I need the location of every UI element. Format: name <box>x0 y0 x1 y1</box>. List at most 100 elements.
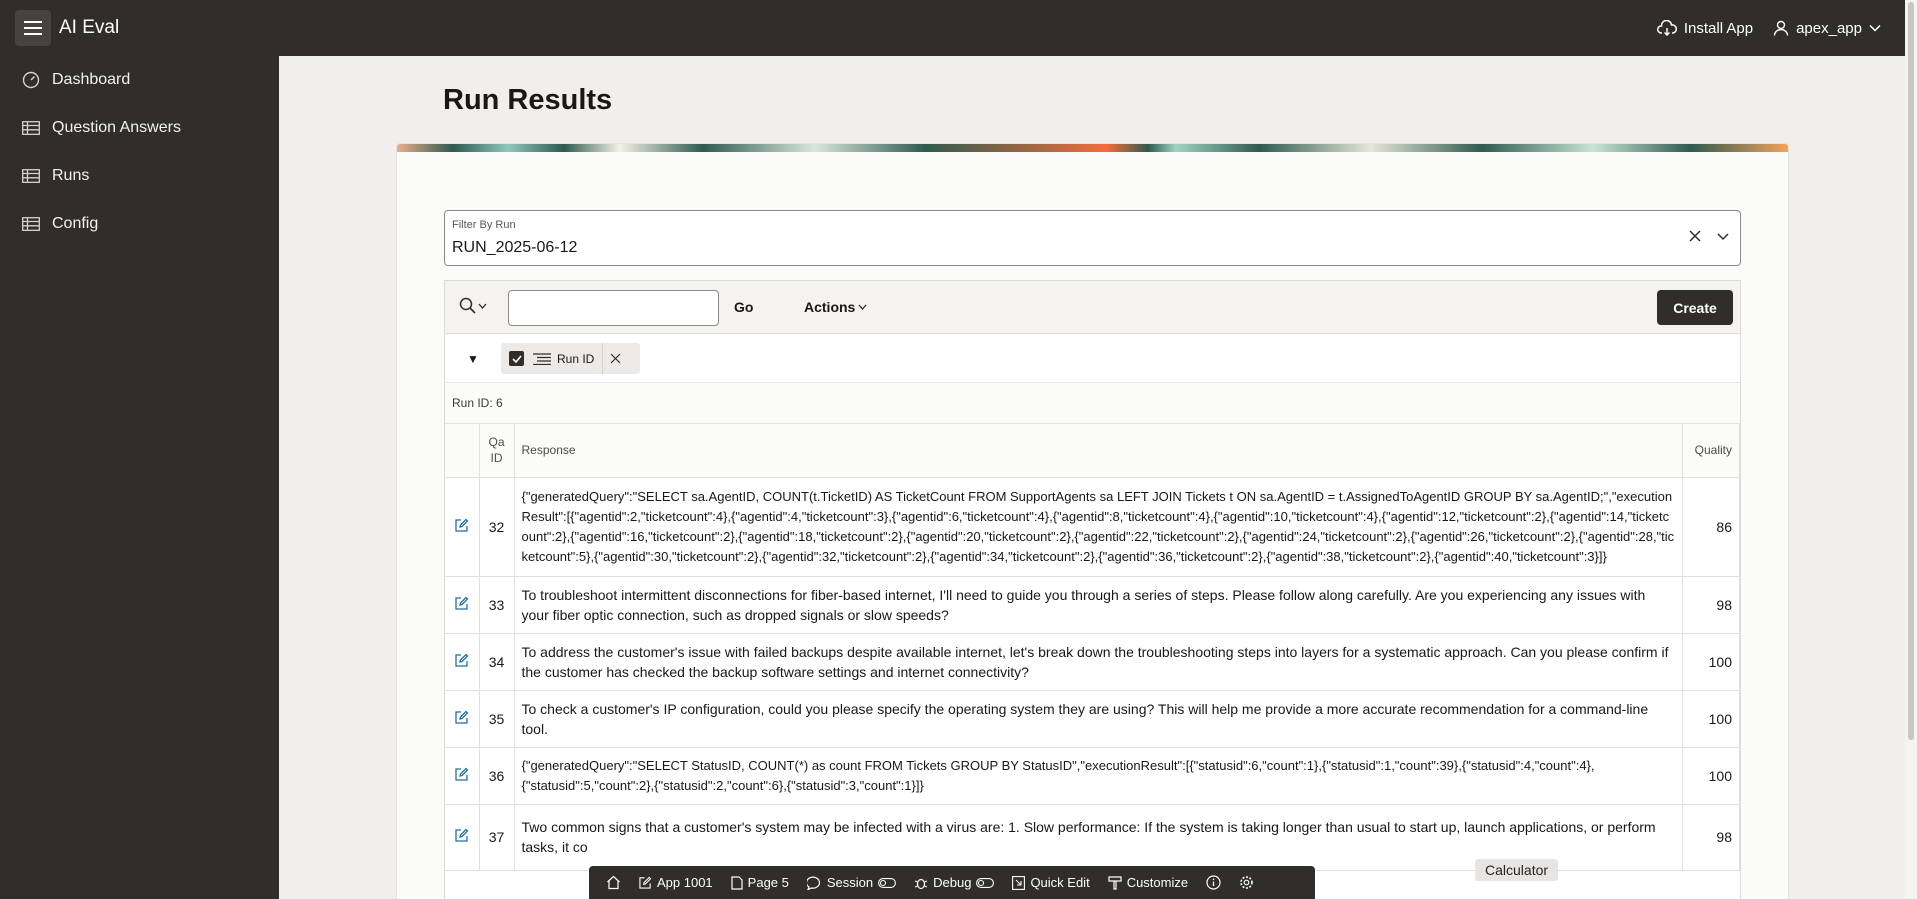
edit-icon[interactable] <box>455 653 469 667</box>
home-button[interactable] <box>597 875 630 890</box>
sidebar-item-label: Question Answers <box>52 119 181 136</box>
page-scrollbar[interactable] <box>1905 0 1917 899</box>
side-navigation: Dashboard Question Answers Runs Config <box>0 56 279 899</box>
page-title: Run Results <box>443 84 613 116</box>
chevron-down-icon[interactable] <box>1716 229 1730 243</box>
devbar-session-button[interactable]: Session <box>798 875 905 890</box>
control-break-label[interactable]: Run ID <box>557 352 594 366</box>
qa-id-cell: 34 <box>479 633 515 691</box>
results-table: Qa ID Response Quality 32 {"generatedQuer… <box>445 424 1740 871</box>
user-menu-button[interactable]: apex_app <box>1773 20 1881 37</box>
control-break-checkbox[interactable] <box>509 351 524 366</box>
quality-cell: 98 <box>1682 804 1740 871</box>
devbar-page-button[interactable]: Page 5 <box>722 875 798 890</box>
go-button[interactable]: Go <box>734 299 753 315</box>
filter-by-run-select[interactable]: Filter By Run RUN_2025-06-12 <box>444 210 1741 266</box>
qa-id-cell: 35 <box>479 690 515 748</box>
qa-id-header-line1: Qa <box>488 435 505 450</box>
sidebar-item-runs[interactable]: Runs <box>0 152 279 200</box>
decorative-banner <box>397 144 1788 152</box>
devbar-debug-button[interactable]: Debug <box>905 875 1003 890</box>
main-content: Run Results Filter By Run RUN_2025-06-12… <box>279 56 1905 899</box>
quality-cell: 100 <box>1682 690 1740 748</box>
table-row: 33 To troubleshoot intermittent disconne… <box>445 576 1740 634</box>
actions-menu-button[interactable]: Actions <box>804 299 867 315</box>
table-row: 34 To address the customer's issue with … <box>445 633 1740 691</box>
edit-cell <box>445 633 480 691</box>
edit-cell <box>445 690 480 748</box>
devbar-quick-edit-label: Quick Edit <box>1030 875 1090 890</box>
qa-id-cell: 37 <box>479 804 515 871</box>
collapse-toggle-icon[interactable]: ▼ <box>467 352 479 366</box>
edit-icon <box>639 876 652 889</box>
report-toolbar: Go Actions Create <box>445 281 1740 334</box>
devbar-customize-button[interactable]: Customize <box>1099 875 1197 890</box>
devbar-quick-edit-button[interactable]: Quick Edit <box>1003 875 1098 890</box>
developer-toolbar: App 1001 Page 5 Session Debug Quick Edit… <box>589 866 1315 899</box>
clear-icon[interactable] <box>1688 229 1702 243</box>
edit-icon[interactable] <box>455 828 469 842</box>
control-break-icon <box>533 352 551 365</box>
search-input[interactable] <box>508 290 719 326</box>
table-icon <box>22 121 40 135</box>
info-icon <box>1206 875 1221 890</box>
qa-id-cell: 32 <box>479 477 515 577</box>
qa-id-cell: 36 <box>479 747 515 805</box>
top-header: AI Eval Install App apex_app <box>0 0 1905 56</box>
qa-id-cell: 33 <box>479 576 515 634</box>
sidebar-item-label: Dashboard <box>52 71 131 88</box>
quality-column-header[interactable]: Quality <box>1682 424 1740 478</box>
table-header-row: Qa ID Response Quality <box>445 424 1740 478</box>
report-settings-row: ▼ Run ID <box>445 334 1740 383</box>
hamburger-icon <box>24 21 42 35</box>
table-row: 36 {"generatedQuery":"SELECT StatusID, C… <box>445 747 1740 805</box>
table-icon <box>22 217 40 231</box>
edit-icon[interactable] <box>455 596 469 610</box>
chat-icon <box>806 876 820 890</box>
interactive-report: Go Actions Create ▼ Run ID Run ID: 6 Qa … <box>444 280 1741 899</box>
edit-cell <box>445 477 480 577</box>
qa-id-header-line2: ID <box>490 451 503 466</box>
response-cell: {"generatedQuery":"SELECT sa.AgentID, CO… <box>514 477 1683 577</box>
chip-divider <box>602 343 604 374</box>
quick-edit-icon <box>1012 875 1026 890</box>
menu-toggle-button[interactable] <box>15 10 51 46</box>
devbar-app-button[interactable]: App 1001 <box>630 875 722 890</box>
edit-icon[interactable] <box>455 767 469 781</box>
page-icon <box>731 875 743 890</box>
response-cell: To address the customer's issue with fai… <box>514 633 1683 691</box>
gauge-icon <box>22 71 40 89</box>
app-title[interactable]: AI Eval <box>59 17 119 39</box>
install-app-button[interactable]: Install App <box>1656 19 1754 37</box>
devbar-session-label: Session <box>826 875 874 890</box>
devbar-settings-button[interactable] <box>1230 875 1263 890</box>
qa-id-column-header[interactable]: Qa ID <box>479 424 515 478</box>
create-button[interactable]: Create <box>1657 290 1733 325</box>
response-column-header[interactable]: Response <box>514 424 1683 478</box>
remove-filter-icon[interactable] <box>610 353 621 364</box>
toggle-icon <box>976 877 995 888</box>
edit-icon[interactable] <box>455 518 469 532</box>
sidebar-item-dashboard[interactable]: Dashboard <box>0 56 279 104</box>
search-column-button[interactable] <box>459 297 487 314</box>
table-row: 32 {"generatedQuery":"SELECT sa.AgentID,… <box>445 477 1740 577</box>
quality-cell: 98 <box>1682 576 1740 634</box>
bug-icon <box>914 878 928 889</box>
sidebar-item-config[interactable]: Config <box>0 200 279 248</box>
devbar-page-label: Page 5 <box>747 875 789 890</box>
scrollbar-thumb[interactable] <box>1908 2 1914 740</box>
edit-cell <box>445 804 480 871</box>
install-app-label: Install App <box>1683 19 1754 37</box>
toggle-icon <box>878 877 897 888</box>
user-icon <box>1773 20 1789 36</box>
chevron-down-icon <box>1869 24 1881 32</box>
user-name: apex_app <box>1796 19 1862 37</box>
actions-label: Actions <box>804 299 856 315</box>
sidebar-item-question-answers[interactable]: Question Answers <box>0 104 279 152</box>
edit-icon[interactable] <box>455 710 469 724</box>
response-cell: {"generatedQuery":"SELECT StatusID, COUN… <box>514 747 1683 805</box>
calculator-tooltip: Calculator <box>1475 859 1559 881</box>
devbar-info-button[interactable] <box>1197 875 1230 890</box>
chevron-down-icon <box>478 303 487 309</box>
results-card: Filter By Run RUN_2025-06-12 Go Actions … <box>396 143 1789 899</box>
